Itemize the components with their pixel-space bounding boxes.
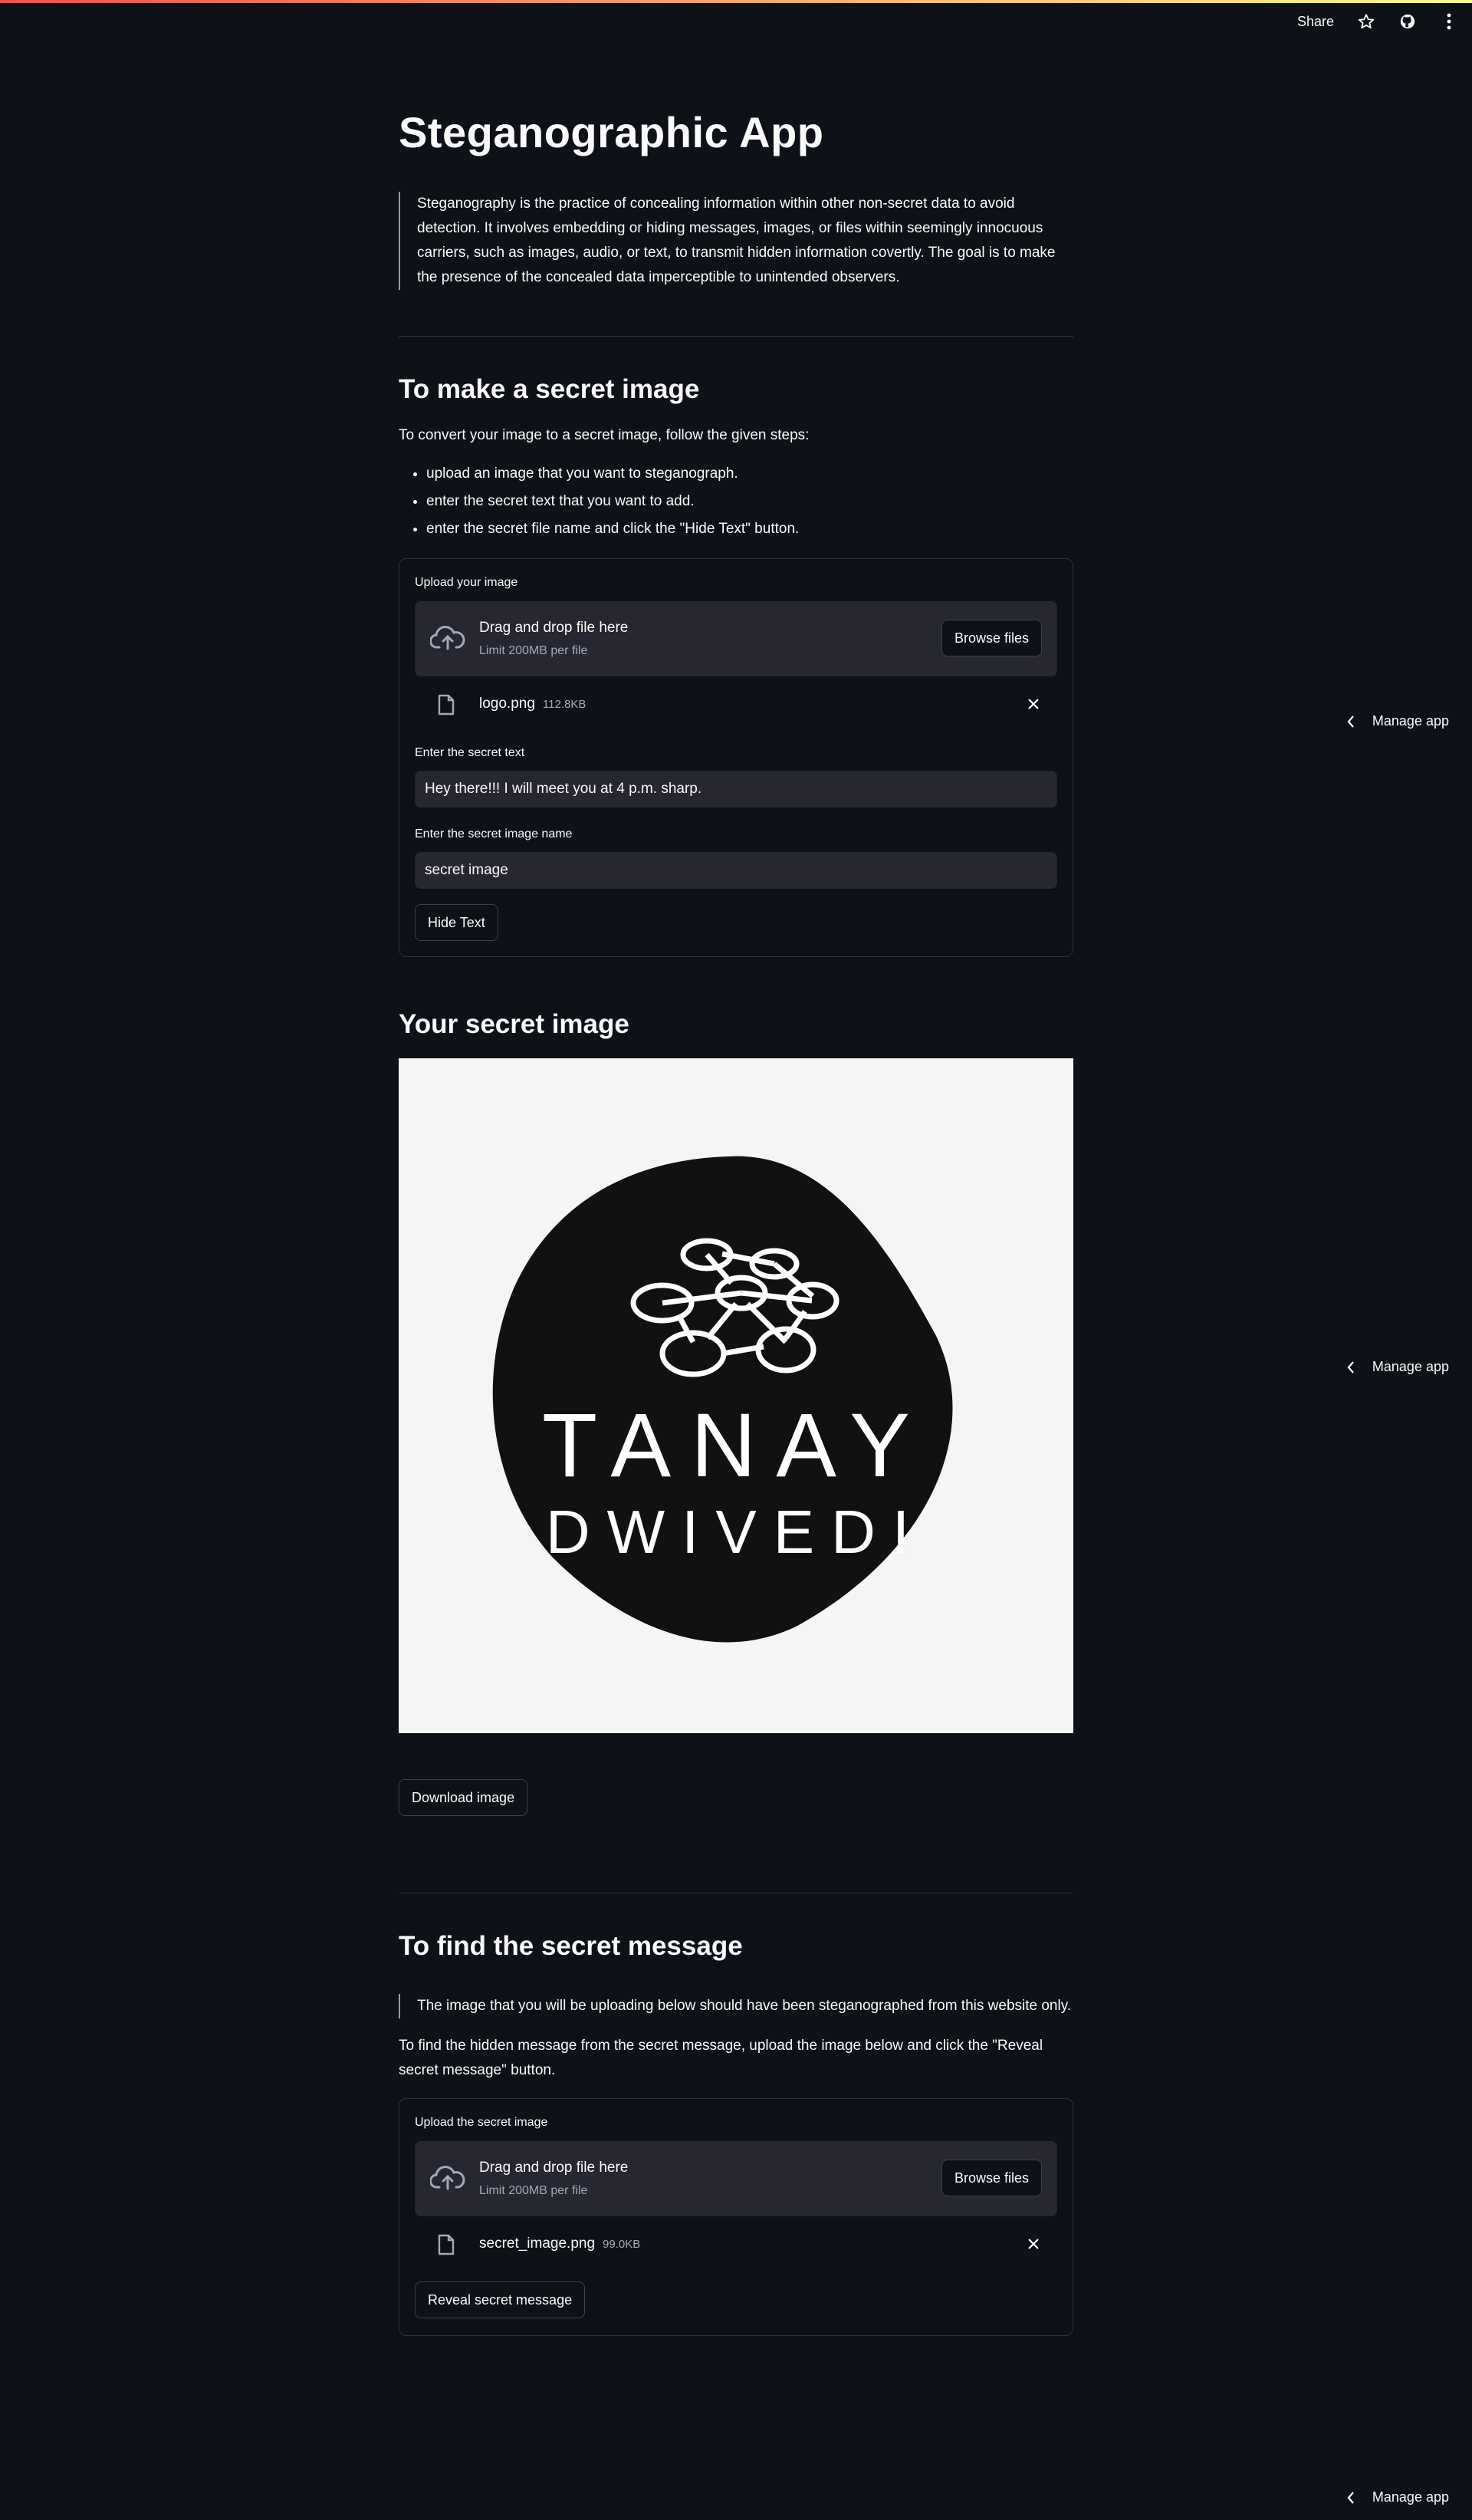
file-size: 99.0KB [603,2238,641,2251]
intro-text: Steganography is the practice of conceal… [417,196,1056,285]
make-form-card: Upload your image Drag and drop file her… [399,558,1073,957]
browse-files-button[interactable]: Browse files [941,620,1042,656]
list-item: upload an image that you want to stegano… [426,460,799,488]
secret-text-input[interactable] [415,771,1057,808]
top-decoration-bar [0,0,1472,3]
logo-line-2: DWIVEDI [546,1498,926,1566]
find-note: The image that you will be uploading bel… [417,1998,1072,2014]
uploaded-file: secret_image.png 99.0KB [415,2223,1057,2266]
result-section-heading: Your secret image [399,1009,629,1039]
file-icon [438,694,455,716]
find-form-card: Upload the secret image Drag and drop fi… [399,2098,1073,2336]
list-item: enter the secret file name and click the… [426,515,799,543]
chevron-left-icon [1347,2491,1354,2504]
divider [399,336,1073,337]
remove-file-icon[interactable] [1025,2235,1042,2252]
make-instructions: To convert your image to a secret image,… [399,427,810,443]
image-name-input[interactable] [415,852,1057,889]
share-button[interactable]: Share [1297,14,1334,30]
logo-line-1: TANAY [542,1395,930,1496]
manage-app-button[interactable]: Manage app [1346,1359,1449,1375]
remove-file-icon[interactable] [1025,696,1042,712]
list-item: enter the secret text that you want to a… [426,488,799,515]
reveal-secret-button[interactable]: Reveal secret message [415,2281,586,2318]
find-section-heading: To find the secret message [399,1931,743,1961]
browse-files-button[interactable]: Browse files [941,2160,1042,2196]
chevron-left-icon [1347,1360,1354,1373]
file-dropzone[interactable]: Drag and drop file here Limit 200MB per … [415,601,1057,676]
manage-app-label: Manage app [1372,1359,1449,1374]
cloud-upload-icon [430,626,465,650]
header-toolbar: Share [1297,12,1458,31]
intro-blockquote: Steganography is the practice of conceal… [399,192,1073,290]
cloud-upload-icon [430,2166,465,2190]
dropzone-title: Drag and drop file here [479,2160,629,2176]
page-title: Steganographic App [399,108,824,156]
secret-image: TANAY DWIVEDI [399,1058,1073,1733]
hide-text-button[interactable]: Hide Text [415,904,498,941]
chevron-left-icon [1347,715,1354,728]
dropzone-limit: Limit 200MB per file [479,2184,588,2197]
logo-image: TANAY DWIVEDI [399,1058,1073,1733]
upload-label: Upload your image [415,576,518,589]
upload-secret-label: Upload the secret image [415,2116,548,2129]
file-dropzone[interactable]: Drag and drop file here Limit 200MB per … [415,2141,1057,2216]
steps-list: upload an image that you want to stegano… [399,460,799,543]
file-name: logo.png [479,696,535,712]
download-image-button[interactable]: Download image [399,1779,528,1816]
secret-text-label: Enter the secret text [415,746,525,759]
image-name-label: Enter the secret image name [415,827,573,841]
dropzone-title: Drag and drop file here [479,620,629,636]
manage-app-button[interactable]: Manage app [1346,2489,1449,2505]
file-size: 112.8KB [542,698,586,711]
manage-app-button[interactable]: Manage app [1346,713,1449,729]
find-note-blockquote: The image that you will be uploading bel… [399,1994,1073,2018]
file-icon [438,2234,455,2255]
find-instructions: To find the hidden message from the secr… [399,2038,1043,2078]
star-icon[interactable] [1357,12,1375,31]
dropzone-limit: Limit 200MB per file [479,644,588,657]
uploaded-file: logo.png 112.8KB [415,683,1057,726]
more-vertical-icon[interactable] [1440,12,1458,31]
github-icon[interactable] [1398,12,1417,31]
make-section-heading: To make a secret image [399,374,700,404]
manage-app-label: Manage app [1372,2489,1449,2505]
file-name: secret_image.png [479,2235,596,2252]
manage-app-label: Manage app [1372,713,1449,729]
